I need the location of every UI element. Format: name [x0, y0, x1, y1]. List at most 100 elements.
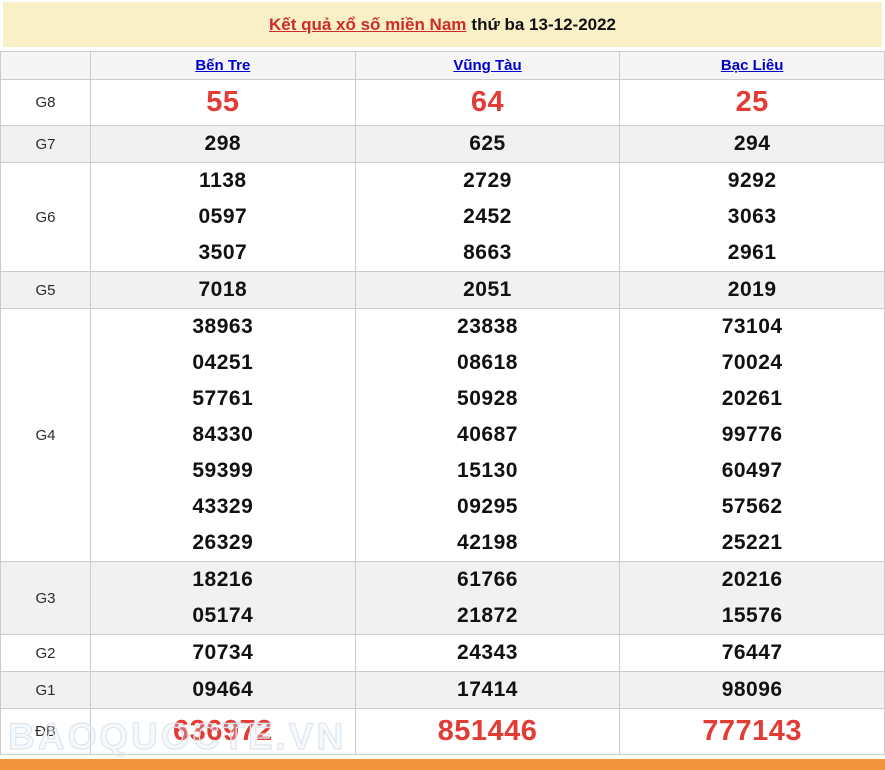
row-label-g4: G4: [1, 309, 91, 562]
column-link-bac-lieu[interactable]: Bạc Liêu: [721, 57, 784, 74]
cell-g5-ben-tre: 7018: [91, 272, 356, 309]
prize-number: 2452: [356, 199, 620, 235]
prize-number: 43329: [91, 489, 355, 525]
cell-g8-ben-tre: 55: [91, 80, 356, 126]
table-row-g1: G1094641741498096: [1, 672, 885, 709]
prize-number: 2961: [620, 235, 884, 271]
prize-number: 298: [91, 126, 355, 162]
prize-number: 636972: [91, 709, 355, 754]
column-header-ben-tre: Bến Tre: [91, 52, 356, 80]
row-label-db: ĐB: [1, 709, 91, 755]
cell-g6-bac-lieu: 929230632961: [620, 163, 885, 272]
results-table: Bến TreVũng TàuBạc Liêu G8556425G7298625…: [0, 51, 885, 755]
column-header-bac-lieu: Bạc Liêu: [620, 52, 885, 80]
prize-number: 84330: [91, 417, 355, 453]
prize-number: 17414: [356, 672, 620, 708]
prize-number: 18216: [91, 562, 355, 598]
row-label-g6: G6: [1, 163, 91, 272]
cell-g8-bac-lieu: 25: [620, 80, 885, 126]
column-link-vung-tau[interactable]: Vũng Tàu: [453, 57, 521, 74]
prize-number: 04251: [91, 345, 355, 381]
column-link-ben-tre[interactable]: Bến Tre: [195, 57, 250, 74]
prize-number: 42198: [356, 525, 620, 561]
prize-number: 98096: [620, 672, 884, 708]
prize-number: 55: [91, 80, 355, 125]
table-header-row: Bến Tre Vũng Tàu Bạc Liêu: [1, 52, 885, 80]
prize-number: 38963: [91, 309, 355, 345]
cell-db-ben-tre: 636972: [91, 709, 356, 755]
prize-number: 60497: [620, 453, 884, 489]
prize-number: 9292: [620, 163, 884, 199]
cell-g5-bac-lieu: 2019: [620, 272, 885, 309]
cell-db-vung-tau: 851446: [355, 709, 620, 755]
prize-number: 05174: [91, 598, 355, 634]
prize-number: 99776: [620, 417, 884, 453]
cell-g1-bac-lieu: 98096: [620, 672, 885, 709]
cell-g2-vung-tau: 24343: [355, 635, 620, 672]
prize-number: 61766: [356, 562, 620, 598]
cell-g8-vung-tau: 64: [355, 80, 620, 126]
cell-g7-vung-tau: 625: [355, 126, 620, 163]
row-label-g5: G5: [1, 272, 91, 309]
prize-number: 2019: [620, 272, 884, 308]
cell-g1-vung-tau: 17414: [355, 672, 620, 709]
cell-g2-ben-tre: 70734: [91, 635, 356, 672]
prize-number: 09295: [356, 489, 620, 525]
cell-g3-ben-tre: 1821605174: [91, 562, 356, 635]
prize-number: 15130: [356, 453, 620, 489]
prize-number: 777143: [620, 709, 884, 754]
prize-number: 59399: [91, 453, 355, 489]
cell-db-bac-lieu: 777143: [620, 709, 885, 755]
footer-accent-bar: [0, 759, 885, 770]
prize-number: 2729: [356, 163, 620, 199]
title-link[interactable]: Kết quả xổ số miền Nam: [269, 15, 466, 35]
prize-number: 70734: [91, 635, 355, 671]
prize-number: 20261: [620, 381, 884, 417]
prize-number: 64: [356, 80, 620, 125]
table-row-db: ĐB636972851446777143: [1, 709, 885, 755]
prize-number: 7018: [91, 272, 355, 308]
cell-g1-ben-tre: 09464: [91, 672, 356, 709]
prize-number: 851446: [356, 709, 620, 754]
cell-g5-vung-tau: 2051: [355, 272, 620, 309]
prize-number: 625: [356, 126, 620, 162]
row-label-g2: G2: [1, 635, 91, 672]
prize-number: 0597: [91, 199, 355, 235]
cell-g4-ben-tre: 38963042515776184330593994332926329: [91, 309, 356, 562]
table-row-g2: G2707342434376447: [1, 635, 885, 672]
cell-g3-bac-lieu: 2021615576: [620, 562, 885, 635]
prize-number: 20216: [620, 562, 884, 598]
prize-number: 40687: [356, 417, 620, 453]
prize-number: 70024: [620, 345, 884, 381]
cell-g6-ben-tre: 113805973507: [91, 163, 356, 272]
prize-number: 50928: [356, 381, 620, 417]
corner-cell: [1, 52, 91, 80]
table-row-g3: G3182160517461766218722021615576: [1, 562, 885, 635]
prize-number: 24343: [356, 635, 620, 671]
prize-number: 25: [620, 80, 884, 125]
prize-number: 25221: [620, 525, 884, 561]
row-label-g7: G7: [1, 126, 91, 163]
prize-number: 57761: [91, 381, 355, 417]
cell-g3-vung-tau: 6176621872: [355, 562, 620, 635]
row-label-g1: G1: [1, 672, 91, 709]
column-header-vung-tau: Vũng Tàu: [355, 52, 620, 80]
prize-number: 57562: [620, 489, 884, 525]
prize-number: 294: [620, 126, 884, 162]
table-row-g4: G438963042515776184330593994332926329238…: [1, 309, 885, 562]
cell-g4-bac-lieu: 73104700242026199776604975756225221: [620, 309, 885, 562]
cell-g6-vung-tau: 272924528663: [355, 163, 620, 272]
prize-number: 08618: [356, 345, 620, 381]
prize-number: 23838: [356, 309, 620, 345]
prize-number: 09464: [91, 672, 355, 708]
prize-number: 2051: [356, 272, 620, 308]
row-label-g8: G8: [1, 80, 91, 126]
table-row-g7: G7298625294: [1, 126, 885, 163]
prize-number: 3507: [91, 235, 355, 271]
prize-number: 76447: [620, 635, 884, 671]
row-label-g3: G3: [1, 562, 91, 635]
prize-number: 8663: [356, 235, 620, 271]
cell-g7-bac-lieu: 294: [620, 126, 885, 163]
page-title: Kết quả xổ số miền Nam thứ ba 13-12-2022: [3, 2, 882, 47]
prize-number: 1138: [91, 163, 355, 199]
